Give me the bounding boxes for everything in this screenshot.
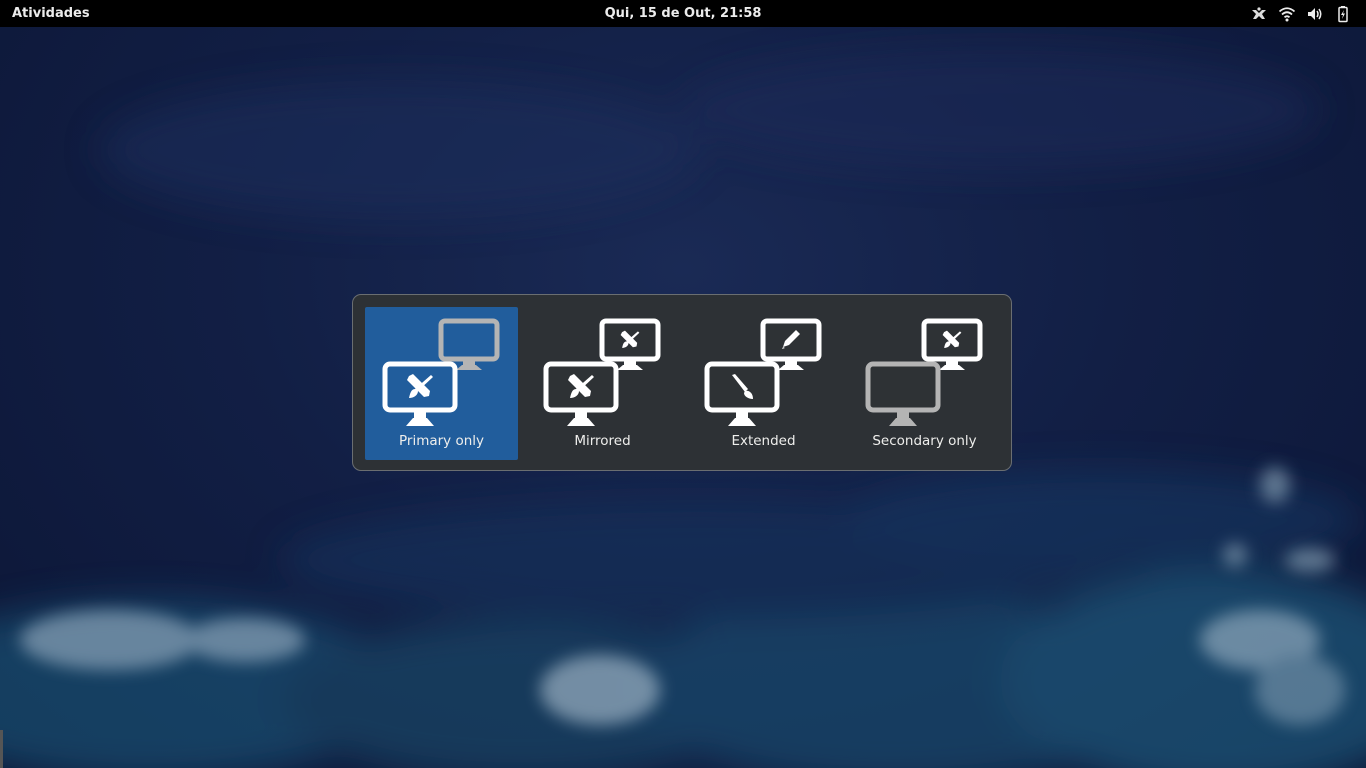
option-label: Extended [731,433,796,449]
secondary-only-icon [865,318,983,426]
system-tray [1250,0,1352,27]
option-extended[interactable]: Extended [687,307,840,460]
extended-icon [704,318,822,426]
activities-button[interactable]: Atividades [12,0,90,27]
top-bar: Atividades Qui, 15 de Out, 21:58 [0,0,1366,27]
option-primary-only[interactable]: Primary only [365,307,518,460]
option-secondary-only[interactable]: Secondary only [848,307,1001,460]
mirrored-icon [543,318,661,426]
primary-only-icon [382,318,500,426]
display-mode-switcher: Primary only Mirrored Extended Secondary… [352,294,1012,471]
wifi-icon[interactable] [1278,5,1296,23]
accessibility-icon[interactable] [1250,5,1268,23]
volume-icon[interactable] [1306,5,1324,23]
option-label: Secondary only [872,433,977,449]
option-label: Primary only [398,433,484,449]
option-label: Mirrored [574,433,631,449]
clock-container: Qui, 15 de Out, 21:58 [0,0,1366,27]
clock-button[interactable]: Qui, 15 de Out, 21:58 [605,6,762,21]
left-edge-stub [0,730,3,768]
option-mirrored[interactable]: Mirrored [526,307,679,460]
battery-icon[interactable] [1334,5,1352,23]
